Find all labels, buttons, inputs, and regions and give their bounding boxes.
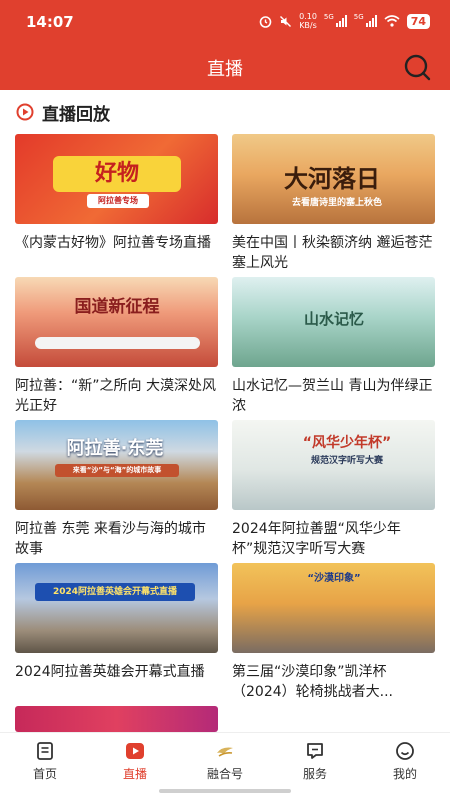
- card-title[interactable]: 2024阿拉善英雄会开幕式直播: [15, 662, 218, 702]
- thumb-subtitle: 去看唐诗里的塞上秋色: [291, 198, 382, 208]
- battery-indicator: 74: [406, 13, 430, 29]
- tab-fusion[interactable]: 融合号: [180, 733, 270, 784]
- thumb-headline: 山水记忆: [303, 310, 364, 328]
- status-icons: 0.10 KB/s 5G 5G 74: [259, 12, 430, 30]
- replay-icon: [16, 103, 34, 121]
- tab-service[interactable]: 服务: [270, 733, 360, 784]
- net-speed-unit: KB/s: [299, 21, 317, 30]
- section-title: 直播回放: [42, 104, 110, 125]
- replay-card[interactable]: “沙漠印象” 第三届“沙漠印象”凯洋杯（2024）轮椅挑战者大...: [232, 563, 435, 702]
- bottom-tab-bar: 首页 直播 融合号 服务 我的: [0, 732, 450, 784]
- signal-label-2: 5G: [353, 13, 364, 21]
- card-title[interactable]: 阿拉善 东莞 来看沙与海的城市故事: [15, 519, 218, 559]
- card-thumbnail[interactable]: 大河落日 去看唐诗里的塞上秋色: [232, 134, 435, 224]
- card-thumbnail[interactable]: “风华少年杯” 规范汉字听写大赛: [232, 420, 435, 510]
- mute-icon: [280, 15, 292, 27]
- home-indicator[interactable]: [159, 789, 291, 793]
- thumb-headline: 国道新征程: [74, 297, 160, 317]
- thumb-headline: 好物: [53, 156, 181, 192]
- tab-label: 直播: [122, 767, 147, 781]
- tab-profile[interactable]: 我的: [360, 733, 450, 784]
- replay-card[interactable]: 大河落日 去看唐诗里的塞上秋色 美在中国丨秋染额济纳 邂逅苍茫塞上风光: [232, 134, 435, 273]
- signal-icon-1: [335, 15, 347, 27]
- train-shape: [35, 337, 200, 349]
- card-thumbnail[interactable]: 阿拉善·东莞 来看“沙”与“海”的城市故事: [15, 420, 218, 510]
- card-thumbnail[interactable]: [15, 706, 218, 732]
- thumb-headline: “沙漠印象”: [307, 573, 361, 584]
- status-time: 14:07: [26, 13, 74, 31]
- thumb-subtitle: 阿拉善专场: [87, 194, 149, 208]
- fusion-icon: [217, 747, 233, 757]
- net-speed-value: 0.10: [299, 12, 317, 21]
- thumb-subtitle: 来看“沙”与“海”的城市故事: [55, 464, 179, 477]
- net-speed: 0.10 KB/s: [299, 12, 317, 30]
- thumb-headline: 阿拉善·东莞: [66, 438, 164, 459]
- live-play-icon: [126, 743, 144, 759]
- card-thumbnail[interactable]: 好物 阿拉善专场: [15, 134, 218, 224]
- service-icon: [307, 743, 323, 759]
- top-bar: 14:07 0.10 KB/s 5G 5G 74 直播: [0, 0, 450, 90]
- card-thumbnail[interactable]: “沙漠印象”: [232, 563, 435, 653]
- tab-home[interactable]: 首页: [0, 733, 90, 784]
- card-title[interactable]: 美在中国丨秋染额济纳 邂逅苍茫塞上风光: [232, 233, 435, 273]
- card-title[interactable]: 山水记忆—贺兰山 青山为伴绿正浓: [232, 376, 435, 416]
- page-title: 直播: [207, 59, 243, 80]
- thumb-headline: 2024阿拉善英雄会开幕式直播: [35, 583, 195, 601]
- profile-icon: [396, 742, 414, 760]
- tab-label: 融合号: [206, 767, 243, 781]
- tab-label: 我的: [392, 767, 417, 781]
- replay-card[interactable]: 好物 阿拉善专场 《内蒙古好物》阿拉善专场直播: [15, 134, 218, 273]
- signal-icon-2: [365, 15, 377, 27]
- card-title[interactable]: 第三届“沙漠印象”凯洋杯（2024）轮椅挑战者大...: [232, 662, 435, 702]
- replay-card[interactable]: 山水记忆 山水记忆—贺兰山 青山为伴绿正浓: [232, 277, 435, 416]
- signal-label-1: 5G: [323, 13, 334, 21]
- replay-card[interactable]: “风华少年杯” 规范汉字听写大赛 2024年阿拉善盟“风华少年杯”规范汉字听写大…: [232, 420, 435, 559]
- status-bar: 14:07 0.10 KB/s 5G 5G 74: [0, 0, 450, 44]
- replay-card[interactable]: [15, 706, 218, 732]
- replay-card[interactable]: 国道新征程 阿拉善：“新”之所向 大漠深处风光正好: [15, 277, 218, 416]
- search-icon[interactable]: [402, 52, 432, 82]
- card-title[interactable]: 《内蒙古好物》阿拉善专场直播: [15, 233, 218, 273]
- tab-label: 服务: [302, 767, 327, 781]
- thumb-subtitle: 规范汉字听写大赛: [310, 456, 383, 466]
- thumb-headline: 大河落日: [284, 165, 380, 193]
- app-header: 直播: [0, 44, 450, 90]
- card-thumbnail[interactable]: 国道新征程: [15, 277, 218, 367]
- home-icon: [37, 742, 53, 760]
- replay-card[interactable]: 阿拉善·东莞 来看“沙”与“海”的城市故事 阿拉善 东莞 来看沙与海的城市故事: [15, 420, 218, 559]
- tab-label: 首页: [32, 767, 57, 781]
- tab-live[interactable]: 直播: [90, 733, 180, 784]
- thumb-headline: “风华少年杯”: [302, 435, 392, 451]
- alarm-icon: [259, 15, 272, 28]
- card-title[interactable]: 阿拉善：“新”之所向 大漠深处风光正好: [15, 376, 218, 416]
- wifi-icon: [384, 15, 400, 27]
- card-thumbnail[interactable]: 2024阿拉善英雄会开幕式直播: [15, 563, 218, 653]
- card-title[interactable]: 2024年阿拉善盟“风华少年杯”规范汉字听写大赛: [232, 519, 435, 559]
- replay-card[interactable]: 2024阿拉善英雄会开幕式直播 2024阿拉善英雄会开幕式直播: [15, 563, 218, 702]
- card-thumbnail[interactable]: 山水记忆: [232, 277, 435, 367]
- section-header: 直播回放: [16, 100, 110, 125]
